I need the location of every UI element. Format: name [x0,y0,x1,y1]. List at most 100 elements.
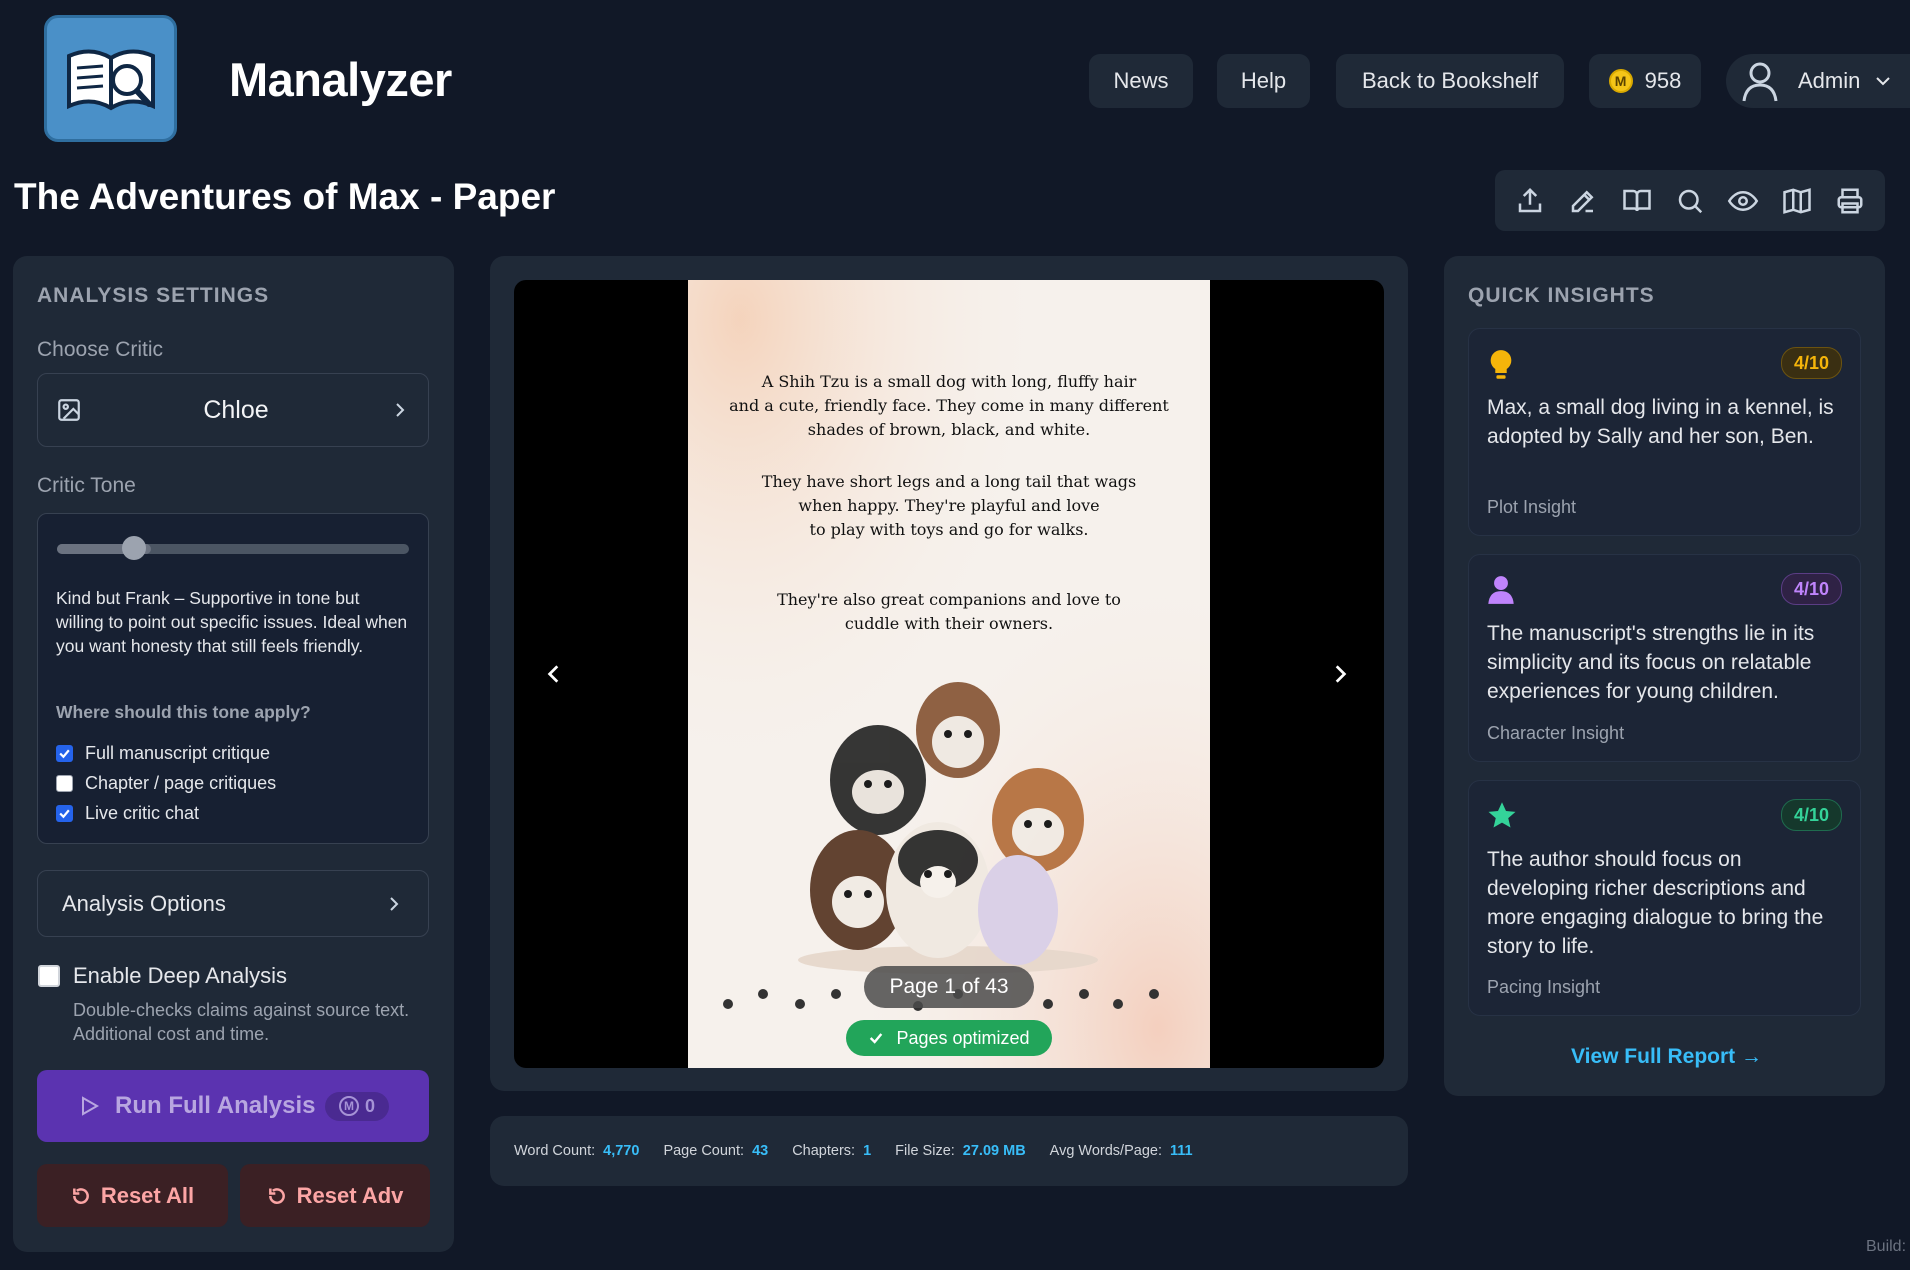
tone-slider-thumb[interactable] [122,536,146,560]
stat-label: Chapters: [792,1143,856,1159]
checkbox-checked-icon[interactable] [56,745,73,762]
credits-badge[interactable]: M 958 [1589,54,1701,108]
coin-icon: M [338,1096,359,1116]
stat-label: Avg Words/Page: [1049,1143,1162,1159]
chevron-down-icon [1876,77,1891,86]
deep-analysis-label: Enable Deep Analysis [73,963,288,988]
next-page-button[interactable] [1320,654,1360,694]
run-cost-value: 0 [364,1095,375,1116]
back-to-bookshelf-button[interactable]: Back to Bookshelf [1336,54,1564,108]
reset-all-label: Reset All [100,1182,195,1208]
app-logo[interactable] [44,15,177,142]
document-stats-bar: Word Count: 4,770 Page Count: 43 Chapters:… [490,1116,1408,1186]
analysis-options-label: Analysis Options [62,890,226,916]
edit-icon[interactable] [1563,181,1603,221]
insight-text: The manuscript's strengths lie in its si… [1487,622,1815,703]
user-avatar-icon [1742,62,1778,102]
insight-category: Pacing Insight [1487,977,1601,997]
insight-score-badge: 4/10 [1780,347,1842,379]
build-label: Build: [1866,1238,1907,1255]
run-cost-pill: M 0 [324,1091,389,1121]
stat-page-count: Page Count: 43 [663,1143,768,1159]
insight-text: Max, a small dog living in a kennel, is … [1487,396,1834,448]
critic-tone-label: Critic Tone [37,474,136,497]
page-line: cuddle with their owners. [844,614,1054,633]
user-name: Admin [1798,68,1861,93]
view-full-report-link[interactable]: View Full Report → [1571,1045,1762,1069]
stat-file-size: File Size: 27.09 MB [895,1143,1026,1159]
page-paragraph-2: They have short legs and a long tail tha… [688,470,1210,542]
quick-insights-panel: QUICK INSIGHTS 4/10 Max, a small dog liv… [1444,256,1885,1096]
page-line: shades of brown, black, and white. [807,420,1091,439]
critic-value: Chloe [203,395,269,424]
book-search-icon [66,49,155,110]
scope-chapter-page[interactable]: Chapter / page critiques [56,773,276,794]
insight-score-badge: 4/10 [1780,799,1842,831]
quick-insights-title: QUICK INSIGHTS [1468,284,1655,307]
checkbox-checked-icon[interactable] [56,805,73,822]
page-line: when happy. They're playful and love [798,496,1100,515]
stat-avg-words: Avg Words/Page: 111 [1050,1143,1193,1159]
deep-analysis-help: Double-checks claims against source text… [73,1000,410,1044]
reset-adv-button[interactable]: Reset Adv [240,1164,430,1227]
stat-label: File Size: [895,1143,955,1159]
scope-label: Live critic chat [85,803,200,823]
news-button[interactable]: News [1089,54,1193,108]
eye-icon[interactable] [1723,181,1763,221]
lightbulb-icon [1490,350,1512,379]
scope-label: Chapter / page critiques [85,773,277,793]
analysis-settings-title: ANALYSIS SETTINGS [37,284,270,307]
upload-icon[interactable] [1510,181,1550,221]
run-full-analysis-button[interactable]: Run Full Analysis M 0 [37,1070,429,1142]
page-line: They're also great companions and love t… [777,590,1121,609]
scope-label: Full manuscript critique [85,743,271,763]
page-paragraph-1: A Shih Tzu is a small dog with long, flu… [688,370,1210,442]
page-indicator: Page 1 of 43 [864,966,1034,1008]
stat-label: Word Count: [514,1143,596,1159]
user-menu[interactable]: Admin [1726,54,1910,108]
star-icon [1488,802,1516,828]
insight-card-plot[interactable]: 4/10 Max, a small dog living in a kennel… [1468,328,1861,536]
analysis-options-row[interactable]: Analysis Options [37,870,429,937]
document-toolbar [1495,170,1885,231]
book-open-icon[interactable] [1617,181,1657,221]
book-page: A Shih Tzu is a small dog with long, flu… [688,280,1210,1068]
reset-icon [268,1187,285,1204]
pages-optimized-badge: Pages optimized [846,1020,1052,1056]
credits-value: 958 [1644,68,1682,93]
search-icon[interactable] [1670,181,1710,221]
reset-icon [72,1187,89,1204]
prev-page-button[interactable] [534,654,574,694]
chevron-right-icon [1335,665,1347,683]
coin-icon: M [1608,69,1633,93]
insight-category: Plot Insight [1487,497,1577,517]
critic-select[interactable]: Chloe [37,373,429,447]
scope-full-manuscript[interactable]: Full manuscript critique [56,743,270,764]
tone-slider-track[interactable] [57,544,409,554]
puppies-illustration [798,682,1098,974]
insight-card-character[interactable]: 4/10 The manuscript's strengths lie in i… [1468,554,1861,762]
page-line: and a cute, friendly face. They come in … [729,396,1169,415]
reset-adv-label: Reset Adv [296,1182,404,1208]
insight-category: Character Insight [1487,723,1625,743]
deep-analysis-checkbox[interactable] [38,965,60,987]
play-icon [82,1096,100,1116]
scope-live-chat[interactable]: Live critic chat [56,803,199,824]
stat-value: 27.09 MB [962,1143,1026,1159]
help-button[interactable]: Help [1217,54,1310,108]
stat-word-count: Word Count: 4,770 [514,1143,639,1159]
tone-description: Kind but Frank – Supportive in tone but … [56,588,408,656]
checkbox-unchecked-icon[interactable] [56,775,73,792]
tone-scope-question: Where should this tone apply? [56,702,311,722]
stat-label: Page Count: [663,1143,745,1159]
app-title: Manalyzer [229,53,452,106]
printer-icon[interactable] [1830,181,1870,221]
insight-card-pacing[interactable]: 4/10 The author should focus on developi… [1468,780,1861,1016]
user-icon [1488,576,1514,604]
reset-all-button[interactable]: Reset All [37,1164,228,1227]
map-icon[interactable] [1777,181,1817,221]
page-line: A Shih Tzu is a small dog with long, flu… [761,372,1137,391]
stat-value: 1 [863,1143,872,1159]
stat-chapters: Chapters: 1 [792,1143,871,1159]
page-line: They have short legs and a long tail tha… [761,472,1137,491]
